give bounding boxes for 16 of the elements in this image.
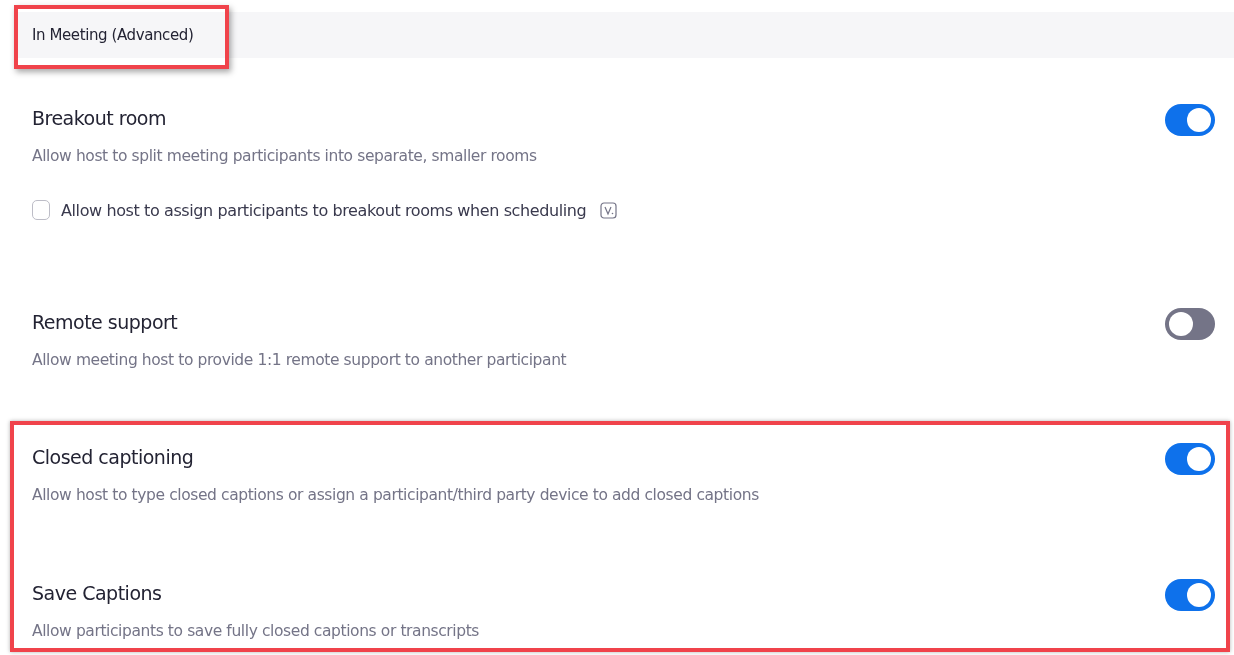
section-title: In Meeting (Advanced) xyxy=(31,26,194,44)
setting-title: Remote support xyxy=(32,310,179,335)
setting-title: Closed captioning xyxy=(32,445,195,470)
checkbox[interactable] xyxy=(32,200,50,220)
setting-title: Breakout room xyxy=(32,106,167,131)
setting-title: Save Captions xyxy=(32,581,163,606)
setting-description: Allow host to split meeting participants into separate, smaller rooms xyxy=(32,146,538,167)
setting-description: Allow meeting host to provide 1:1 remote support to another participant xyxy=(32,350,567,371)
toggle-switch[interactable] xyxy=(1165,443,1215,475)
setting-description: Allow host to type closed captions or assign a participant/third party device to add closed captions xyxy=(32,485,759,506)
info-icon[interactable] xyxy=(600,201,618,219)
setting-description: Allow participants to save fully closed captions or transcripts xyxy=(32,621,480,642)
toggle-switch[interactable] xyxy=(1165,579,1215,611)
toggle-switch[interactable] xyxy=(1165,104,1215,136)
toggle-switch[interactable] xyxy=(1165,308,1215,340)
option-label: Allow host to assign participants to breakout rooms when scheduling xyxy=(61,200,587,220)
